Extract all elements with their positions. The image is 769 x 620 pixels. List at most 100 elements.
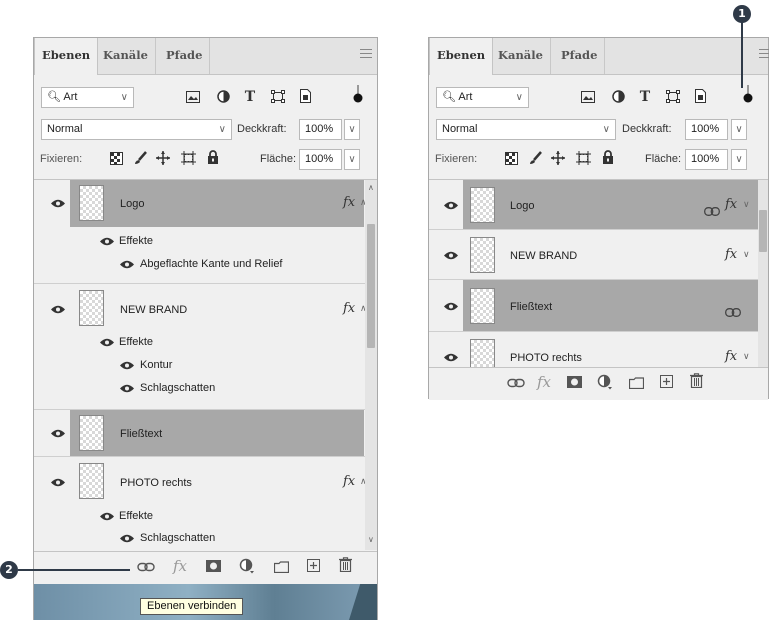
visibility-eye-icon[interactable] <box>51 199 65 208</box>
visibility-eye-icon[interactable] <box>100 512 114 521</box>
panel-menu-icon[interactable] <box>360 49 372 59</box>
trash-icon[interactable] <box>334 557 356 576</box>
filter-toggle[interactable] <box>353 85 363 103</box>
image-filter-icon[interactable] <box>184 89 202 107</box>
lock-artboard-icon[interactable] <box>575 151 591 169</box>
layer-name[interactable]: Logo <box>120 197 144 211</box>
blend-mode-select[interactable]: Normal ∨ <box>41 119 232 140</box>
layer-row[interactable]: Logo fx ∧ Effekte Abgeflachte Kante und … <box>34 180 377 284</box>
visibility-eye-icon[interactable] <box>120 260 134 269</box>
scroll-up-icon[interactable]: ∧ <box>368 182 374 194</box>
effect-row[interactable]: Abgeflachte Kante und Relief <box>34 256 377 276</box>
new-layer-icon[interactable] <box>655 374 677 392</box>
layer-row[interactable]: NEW BRAND fx ∨ <box>429 230 768 280</box>
lock-all-icon[interactable] <box>205 150 221 168</box>
tab-kanaele[interactable]: Kanäle <box>491 38 551 74</box>
opacity-input[interactable]: 100% <box>685 119 728 140</box>
lock-transparent-icon[interactable] <box>503 151 519 169</box>
fill-input[interactable]: 100% <box>299 149 342 170</box>
fill-input[interactable]: 100% <box>685 149 728 170</box>
effects-row[interactable]: Effekte <box>34 233 377 253</box>
fill-dropdown[interactable]: ∨ <box>731 149 747 170</box>
visibility-eye-icon[interactable] <box>100 338 114 347</box>
tab-kanaele[interactable]: Kanäle <box>96 38 156 74</box>
adjustment-icon[interactable] <box>594 374 616 394</box>
adjustment-icon[interactable] <box>236 558 258 578</box>
layer-row[interactable]: Fließtext <box>34 410 377 457</box>
layer-name[interactable]: Logo <box>510 199 534 213</box>
scrollbar[interactable]: ∧ ∨ <box>365 180 377 550</box>
trash-icon[interactable] <box>685 373 707 392</box>
shape-filter-icon[interactable] <box>269 89 287 107</box>
visibility-eye-icon[interactable] <box>51 305 65 314</box>
effects-row[interactable]: Effekte <box>34 334 377 354</box>
lock-artboard-icon[interactable] <box>180 151 196 169</box>
lock-pixels-icon[interactable] <box>527 151 543 169</box>
scrollbar-thumb[interactable] <box>759 210 767 252</box>
layer-name[interactable]: NEW BRAND <box>510 249 577 263</box>
link-icon[interactable] <box>133 558 159 576</box>
folder-icon[interactable] <box>625 375 647 393</box>
scrollbar[interactable] <box>758 180 768 368</box>
tab-ebenen[interactable]: Ebenen <box>34 38 99 75</box>
layer-row[interactable]: Fließtext <box>429 280 768 332</box>
panel-menu-icon[interactable] <box>759 49 769 59</box>
folder-icon[interactable] <box>270 559 292 577</box>
layer-row[interactable]: PHOTO rechts fx ∧ Effekte Schlagschatten <box>34 457 377 552</box>
lock-position-icon[interactable] <box>155 151 171 169</box>
effect-row[interactable]: Schlagschatten <box>34 530 377 550</box>
visibility-eye-icon[interactable] <box>100 237 114 246</box>
link-icon[interactable] <box>503 374 529 392</box>
visibility-eye-icon[interactable] <box>444 302 458 311</box>
expand-arrow-icon[interactable]: ∨ <box>743 249 750 261</box>
filter-toggle[interactable] <box>743 85 753 103</box>
mask-icon[interactable] <box>202 558 224 576</box>
visibility-eye-icon[interactable] <box>444 201 458 210</box>
visibility-eye-icon[interactable] <box>51 478 65 487</box>
adjustment-filter-icon[interactable] <box>214 89 232 107</box>
lock-pixels-icon[interactable] <box>132 151 148 169</box>
fx-icon[interactable]: fx <box>343 475 355 489</box>
fx-icon[interactable]: fx <box>725 198 737 212</box>
opacity-dropdown[interactable]: ∨ <box>731 119 747 140</box>
text-filter-icon[interactable]: T <box>636 88 654 106</box>
effect-row[interactable]: Schlagschatten <box>34 380 377 400</box>
expand-arrow-icon[interactable]: ∨ <box>743 199 750 211</box>
mask-icon[interactable] <box>563 374 585 392</box>
layer-name[interactable]: PHOTO rechts <box>120 476 192 490</box>
text-filter-icon[interactable]: T <box>241 88 259 106</box>
expand-arrow-icon[interactable]: ∨ <box>743 351 750 363</box>
visibility-eye-icon[interactable] <box>51 429 65 438</box>
effects-row[interactable]: Effekte <box>34 508 377 528</box>
effect-row[interactable]: Kontur <box>34 357 377 377</box>
fx-icon[interactable]: fx <box>169 557 191 575</box>
visibility-eye-icon[interactable] <box>120 361 134 370</box>
tab-pfade[interactable]: Pfade <box>159 38 211 74</box>
layer-row[interactable]: Logo fx ∨ <box>429 180 768 230</box>
smart-object-filter-icon[interactable] <box>691 89 709 107</box>
filter-select[interactable]: 🔍︎ Art ∨ <box>436 87 529 108</box>
blend-mode-select[interactable]: Normal ∨ <box>436 119 616 140</box>
scrollbar-thumb[interactable] <box>367 224 375 348</box>
opacity-dropdown[interactable]: ∨ <box>344 119 360 140</box>
filter-select[interactable]: 🔍︎ Art ∨ <box>41 87 134 108</box>
layer-name[interactable]: NEW BRAND <box>120 303 187 317</box>
fx-icon[interactable]: fx <box>725 350 737 364</box>
opacity-input[interactable]: 100% <box>299 119 342 140</box>
fx-icon[interactable]: fx <box>343 196 355 210</box>
layer-name[interactable]: PHOTO rechts <box>510 351 582 365</box>
tab-ebenen[interactable]: Ebenen <box>429 38 494 75</box>
fx-icon[interactable]: fx <box>725 248 737 262</box>
layer-row[interactable]: PHOTO rechts fx ∨ <box>429 332 768 369</box>
layer-name[interactable]: Fließtext <box>510 300 552 314</box>
tab-pfade[interactable]: Pfade <box>554 38 606 74</box>
visibility-eye-icon[interactable] <box>444 251 458 260</box>
shape-filter-icon[interactable] <box>664 89 682 107</box>
layer-row[interactable]: NEW BRAND fx ∧ Effekte Kontur Schlagscha… <box>34 284 377 410</box>
adjustment-filter-icon[interactable] <box>609 89 627 107</box>
visibility-eye-icon[interactable] <box>120 534 134 543</box>
fill-dropdown[interactable]: ∨ <box>344 149 360 170</box>
new-layer-icon[interactable] <box>302 558 324 576</box>
fx-icon[interactable]: fx <box>533 373 555 391</box>
visibility-eye-icon[interactable] <box>444 353 458 362</box>
